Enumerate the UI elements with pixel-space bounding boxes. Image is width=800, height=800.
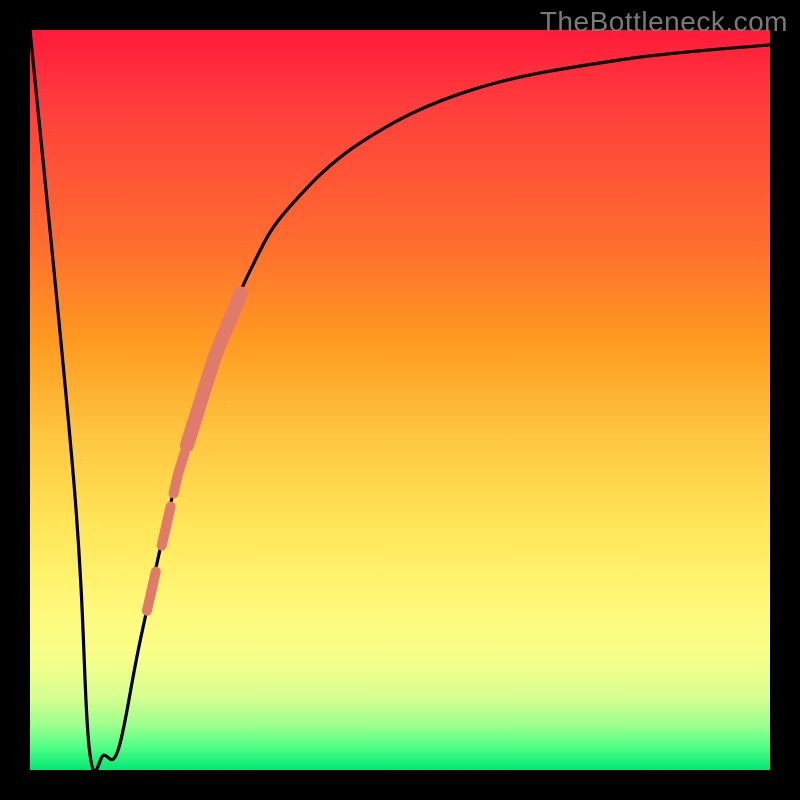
highlight-markers — [147, 293, 241, 610]
highlight-segment — [147, 572, 156, 611]
plot-area — [30, 30, 770, 770]
watermark-text: TheBottleneck.com — [540, 6, 788, 38]
bottleneck-curve — [30, 30, 770, 771]
chart-frame: TheBottleneck.com — [0, 0, 800, 800]
curve-layer — [30, 30, 770, 770]
highlight-segment — [162, 507, 171, 546]
highlight-segment — [174, 453, 185, 494]
highlight-segment — [187, 293, 241, 445]
